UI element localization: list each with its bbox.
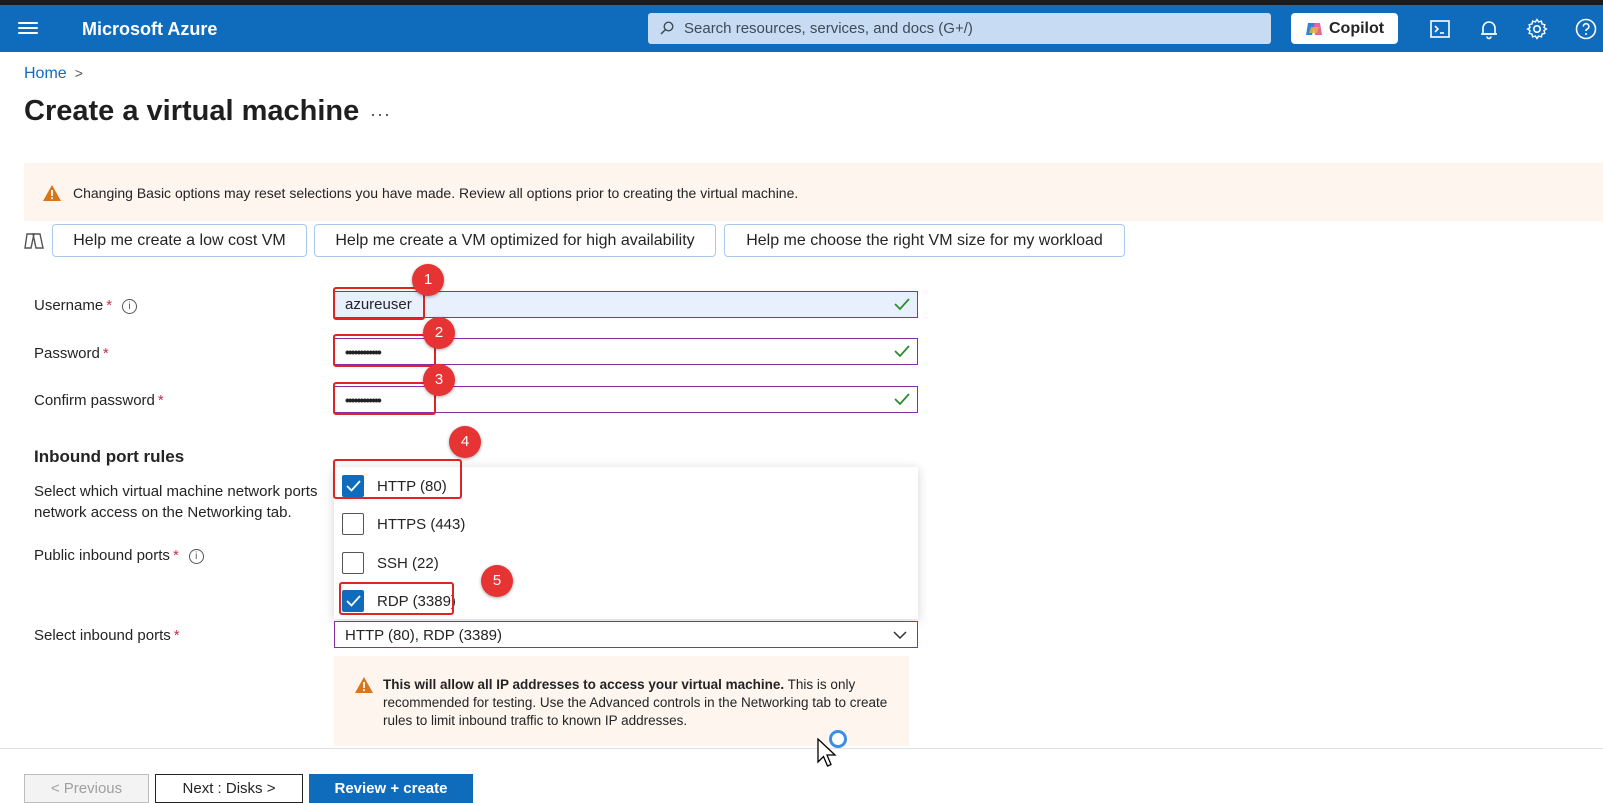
select-inbound-ports-dropdown[interactable]: HTTP (80), RDP (3389) <box>334 621 918 648</box>
previous-button[interactable]: < Previous <box>24 774 149 803</box>
required-mark: * <box>173 627 180 644</box>
annotation-badge: 4 <box>449 426 481 458</box>
port-option-https[interactable]: HTTPS (443) <box>342 513 742 537</box>
port-option-ssh[interactable]: SSH (22) <box>342 552 742 576</box>
copilot-icon <box>1306 23 1322 35</box>
ai-suggestion-icon <box>24 233 44 249</box>
breadcrumb-home-link[interactable]: Home <box>24 65 67 82</box>
warning-banner: Changing Basic options may reset selecti… <box>24 163 1603 221</box>
password-label: Password * <box>34 345 109 362</box>
public-inbound-ports-label: Public inbound ports * i <box>34 547 204 564</box>
search-input[interactable] <box>684 13 1254 44</box>
review-create-button[interactable]: Review + create <box>309 774 473 803</box>
suggestion-high-availability[interactable]: Help me create a VM optimized for high a… <box>314 224 716 257</box>
suggestion-vm-size[interactable]: Help me choose the right VM size for my … <box>724 224 1125 257</box>
mouse-cursor-icon <box>817 738 837 767</box>
suggestion-low-cost-vm[interactable]: Help me create a low cost VM <box>52 224 307 257</box>
required-mark: * <box>102 345 109 362</box>
required-mark: * <box>172 547 179 564</box>
inbound-port-rules-heading: Inbound port rules <box>34 447 185 466</box>
bell-icon[interactable] <box>1477 17 1501 41</box>
gear-icon[interactable] <box>1525 17 1549 41</box>
wizard-footer: < Previous Next : Disks > Review + creat… <box>0 748 1603 803</box>
annotation-badge: 1 <box>412 264 444 296</box>
warning-text: Changing Basic options may reset selecti… <box>73 185 799 201</box>
annotation-box <box>333 287 425 320</box>
breadcrumb: Home > <box>24 65 83 83</box>
notice-bold: This will allow all IP addresses to acce… <box>383 677 785 692</box>
copilot-label: Copilot <box>1329 20 1385 37</box>
valid-check-icon <box>894 298 910 311</box>
required-mark: * <box>106 297 113 314</box>
next-disks-button[interactable]: Next : Disks > <box>155 774 303 803</box>
search-icon <box>660 21 674 35</box>
username-label: Username * i <box>34 297 138 314</box>
azure-header: Microsoft Azure Copilot <box>0 5 1603 52</box>
confirm-password-label: Confirm password * <box>34 392 164 409</box>
ssh-checkbox[interactable] <box>342 552 364 574</box>
info-icon[interactable]: i <box>188 549 204 564</box>
valid-check-icon <box>894 345 910 358</box>
page-title: Create a virtual machine <box>24 95 360 127</box>
annotation-box <box>333 382 436 415</box>
copilot-button[interactable]: Copilot <box>1291 13 1398 44</box>
help-icon[interactable] <box>1574 17 1598 41</box>
brand-title[interactable]: Microsoft Azure <box>82 19 217 40</box>
chevron-down-icon <box>893 631 907 640</box>
select-inbound-ports-label: Select inbound ports * <box>34 627 180 644</box>
ip-warning-notice: This will allow all IP addresses to acce… <box>334 656 909 746</box>
valid-check-icon <box>894 393 910 406</box>
inbound-description: Select which virtual machine network por… <box>34 481 364 523</box>
required-mark: * <box>157 392 164 409</box>
inbound-description-line: network access on the Networking tab. <box>34 504 292 521</box>
https-option-label: HTTPS (443) <box>377 516 466 533</box>
annotation-box <box>333 459 462 499</box>
annotation-badge: 3 <box>423 364 455 396</box>
annotation-box <box>333 334 436 367</box>
selected-ports-value: HTTP (80), RDP (3389) <box>345 627 502 644</box>
warning-icon <box>355 677 373 693</box>
warning-icon <box>43 185 61 201</box>
inbound-description-line: Select which virtual machine network por… <box>34 483 318 500</box>
global-search[interactable] <box>648 13 1271 44</box>
ssh-option-label: SSH (22) <box>377 555 439 572</box>
annotation-badge: 2 <box>423 317 455 349</box>
annotation-box <box>339 582 454 615</box>
info-icon[interactable]: i <box>122 299 138 314</box>
menu-icon[interactable] <box>18 19 38 37</box>
cloud-shell-icon[interactable] <box>1428 17 1452 41</box>
notice-text: This will allow all IP addresses to acce… <box>383 676 893 730</box>
https-checkbox[interactable] <box>342 513 364 535</box>
breadcrumb-separator: > <box>74 65 83 81</box>
more-options-button[interactable]: ··· <box>370 104 391 125</box>
annotation-badge: 5 <box>481 565 513 597</box>
